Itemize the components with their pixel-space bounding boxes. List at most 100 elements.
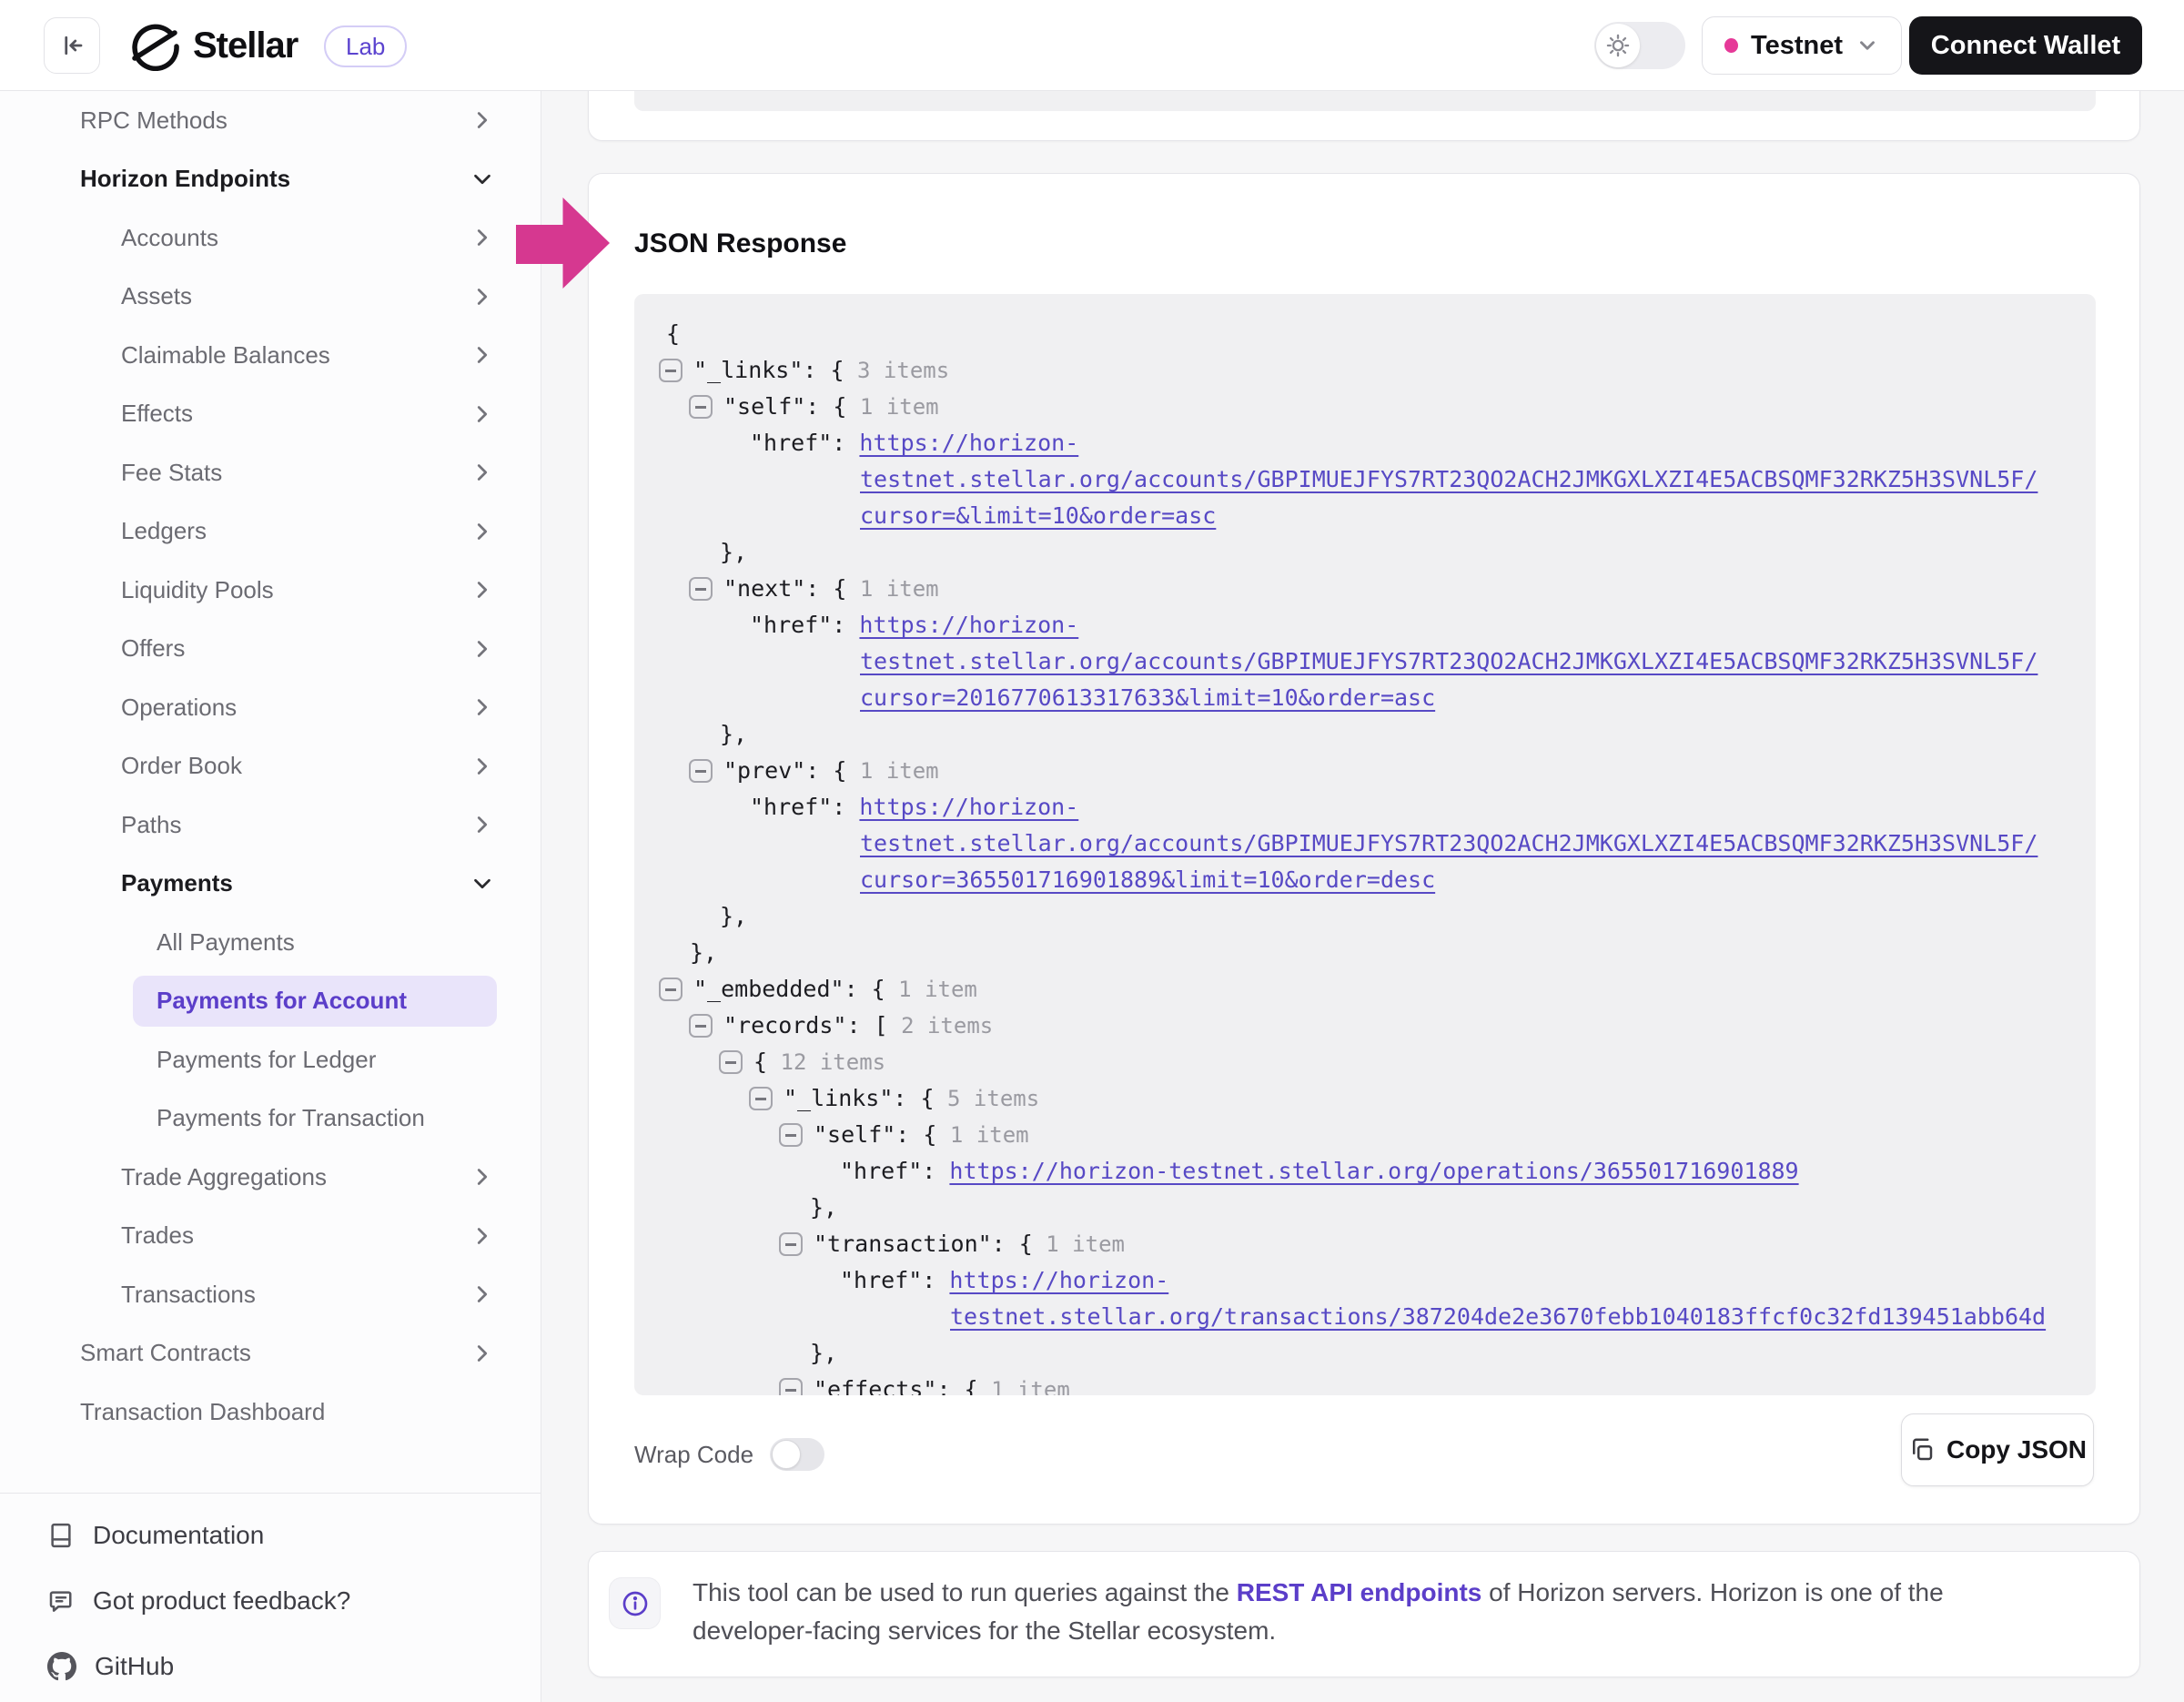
json-link[interactable]: https://horizon- bbox=[859, 430, 1078, 456]
info-icon bbox=[621, 1589, 650, 1618]
chat-icon bbox=[47, 1587, 75, 1615]
sidebar-item-trades[interactable]: Trades bbox=[0, 1207, 541, 1266]
collapse-toggle-icon[interactable] bbox=[779, 1378, 803, 1395]
sidebar-item-label: Accounts bbox=[121, 224, 218, 252]
collapse-toggle-icon[interactable] bbox=[689, 577, 713, 601]
sidebar-footer-item-documentation[interactable]: Documentation bbox=[0, 1503, 541, 1568]
network-status-dot bbox=[1724, 38, 1738, 53]
sidebar-item-transaction-dashboard[interactable]: Transaction Dashboard bbox=[0, 1383, 541, 1442]
json-link[interactable]: testnet.stellar.org/accounts/GBPIMUEJFYS… bbox=[860, 830, 2037, 856]
json-token: "href": bbox=[750, 430, 859, 456]
sidebar-item-smart-contracts[interactable]: Smart Contracts bbox=[0, 1324, 541, 1383]
collapse-toggle-icon[interactable] bbox=[689, 759, 713, 783]
json-line: "effects": { 1 item bbox=[634, 1372, 2096, 1395]
sidebar-footer-item-github[interactable]: GitHub bbox=[0, 1634, 541, 1699]
chevron-right-icon bbox=[471, 696, 493, 718]
sidebar-item-paths[interactable]: Paths bbox=[0, 795, 541, 855]
sidebar-item-label: Offers bbox=[121, 634, 185, 663]
sidebar-item-payments-for-transaction[interactable]: Payments for Transaction bbox=[0, 1089, 541, 1149]
sidebar-item-label: Smart Contracts bbox=[80, 1339, 251, 1367]
json-token: "self": { bbox=[723, 393, 846, 420]
info-text-before: This tool can be used to run queries aga… bbox=[693, 1578, 1237, 1606]
json-link[interactable]: https://horizon- bbox=[859, 612, 1078, 638]
chevron-right-icon bbox=[471, 814, 493, 836]
json-viewer[interactable]: {"_links": { 3 items"self": { 1 item"hre… bbox=[634, 294, 2096, 1395]
json-line: }, bbox=[634, 1190, 2096, 1226]
sidebar-collapse-button[interactable] bbox=[44, 17, 100, 74]
sidebar-item-operations[interactable]: Operations bbox=[0, 678, 541, 737]
sidebar-item-label: Liquidity Pools bbox=[121, 576, 274, 604]
json-link[interactable]: https://horizon- bbox=[859, 794, 1078, 820]
sidebar-item-trade-aggregations[interactable]: Trade Aggregations bbox=[0, 1148, 541, 1207]
sidebar-item-effects[interactable]: Effects bbox=[0, 385, 541, 444]
sidebar-item-ledgers[interactable]: Ledgers bbox=[0, 502, 541, 562]
copy-json-button[interactable]: Copy JSON bbox=[1901, 1413, 2094, 1486]
chevron-right-icon bbox=[471, 638, 493, 660]
sidebar-item-payments-for-account[interactable]: Payments for Account bbox=[0, 972, 541, 1031]
json-link[interactable]: testnet.stellar.org/accounts/GBPIMUEJFYS… bbox=[860, 466, 2037, 492]
json-line: cursor=365501716901889&limit=10&order=de… bbox=[634, 862, 2096, 898]
json-item-count: 1 item bbox=[936, 1122, 1028, 1148]
sidebar-item-payments-for-ledger[interactable]: Payments for Ledger bbox=[0, 1030, 541, 1089]
sidebar-item-payments[interactable]: Payments bbox=[0, 855, 541, 914]
collapse-toggle-icon[interactable] bbox=[659, 978, 682, 1001]
json-response-card: JSON Response {"_links": { 3 items"self"… bbox=[588, 173, 2140, 1525]
json-line: "self": { 1 item bbox=[634, 389, 2096, 425]
lab-badge: Lab bbox=[324, 25, 407, 67]
sidebar: RPC MethodsHorizon Endpoints Accounts Asse… bbox=[0, 91, 541, 1702]
json-link[interactable]: https://horizon-testnet.stellar.org/oper… bbox=[949, 1158, 1798, 1184]
sidebar-item-horizon-endpoints[interactable]: Horizon Endpoints bbox=[0, 150, 541, 209]
wrap-code-toggle-knob bbox=[772, 1440, 801, 1469]
json-line: testnet.stellar.org/accounts/GBPIMUEJFYS… bbox=[634, 826, 2096, 862]
json-line: "_links": { 5 items bbox=[634, 1080, 2096, 1117]
json-line: "records": [ 2 items bbox=[634, 1008, 2096, 1044]
collapse-toggle-icon[interactable] bbox=[779, 1123, 803, 1147]
sidebar-item-rpc-methods[interactable]: RPC Methods bbox=[0, 91, 541, 150]
brand[interactable]: Stellar bbox=[129, 20, 298, 71]
chevron-right-icon bbox=[471, 1283, 493, 1305]
collapse-toggle-icon[interactable] bbox=[779, 1232, 803, 1256]
network-selector[interactable]: Testnet bbox=[1702, 16, 1902, 75]
collapse-toggle-icon[interactable] bbox=[719, 1050, 743, 1074]
connect-wallet-button[interactable]: Connect Wallet bbox=[1909, 16, 2142, 75]
sidebar-item-offers[interactable]: Offers bbox=[0, 620, 541, 679]
json-link[interactable]: https://horizon- bbox=[949, 1267, 1168, 1293]
chevron-right-icon bbox=[471, 227, 493, 248]
sidebar-item-liquidity-pools[interactable]: Liquidity Pools bbox=[0, 561, 541, 620]
theme-toggle[interactable] bbox=[1594, 22, 1685, 69]
sidebar-item-assets[interactable]: Assets bbox=[0, 268, 541, 327]
sidebar-item-transactions[interactable]: Transactions bbox=[0, 1265, 541, 1324]
stellar-logo-icon bbox=[129, 20, 180, 71]
chevron-down-icon bbox=[1855, 34, 1879, 57]
sidebar-item-label: Transactions bbox=[121, 1281, 256, 1309]
json-line: { 12 items bbox=[634, 1044, 2096, 1080]
chevron-down-icon bbox=[471, 168, 493, 190]
sidebar-item-claimable-balances[interactable]: Claimable Balances bbox=[0, 326, 541, 385]
json-link[interactable]: cursor=365501716901889&limit=10&order=de… bbox=[860, 866, 1435, 893]
json-link[interactable]: testnet.stellar.org/accounts/GBPIMUEJFYS… bbox=[860, 648, 2037, 674]
sidebar-nav: RPC MethodsHorizon Endpoints Accounts Asse… bbox=[0, 91, 541, 1442]
sidebar-item-fee-stats[interactable]: Fee Stats bbox=[0, 443, 541, 502]
json-link[interactable]: cursor=2016770613317633&limit=10&order=a… bbox=[860, 684, 1435, 711]
sidebar-item-label: Payments for Account bbox=[157, 987, 407, 1015]
sidebar-item-all-payments[interactable]: All Payments bbox=[0, 913, 541, 972]
sidebar-item-order-book[interactable]: Order Book bbox=[0, 737, 541, 796]
wrap-code-toggle[interactable] bbox=[770, 1438, 824, 1471]
collapse-toggle-icon[interactable] bbox=[659, 359, 682, 382]
sidebar-footer-label: Documentation bbox=[93, 1521, 264, 1550]
json-token: }, bbox=[810, 1340, 837, 1366]
collapse-toggle-icon[interactable] bbox=[689, 1014, 713, 1038]
json-link[interactable]: cursor=&limit=10&order=asc bbox=[860, 502, 1216, 529]
sidebar-item-accounts[interactable]: Accounts bbox=[0, 208, 541, 268]
json-item-count: 1 item bbox=[978, 1377, 1070, 1395]
sidebar-item-label: Fee Stats bbox=[121, 459, 222, 487]
sidebar-item-label: Payments for Ledger bbox=[157, 1046, 376, 1074]
rest-api-endpoints-link[interactable]: REST API endpoints bbox=[1237, 1578, 1482, 1606]
sidebar-item-label: Trade Aggregations bbox=[121, 1163, 327, 1191]
json-link[interactable]: testnet.stellar.org/transactions/387204d… bbox=[950, 1303, 2046, 1330]
json-line: }, bbox=[634, 716, 2096, 753]
sidebar-footer-item-got-product-feedback-[interactable]: Got product feedback? bbox=[0, 1568, 541, 1634]
json-item-count: 5 items bbox=[935, 1086, 1040, 1111]
collapse-toggle-icon[interactable] bbox=[749, 1087, 773, 1110]
collapse-toggle-icon[interactable] bbox=[689, 395, 713, 419]
